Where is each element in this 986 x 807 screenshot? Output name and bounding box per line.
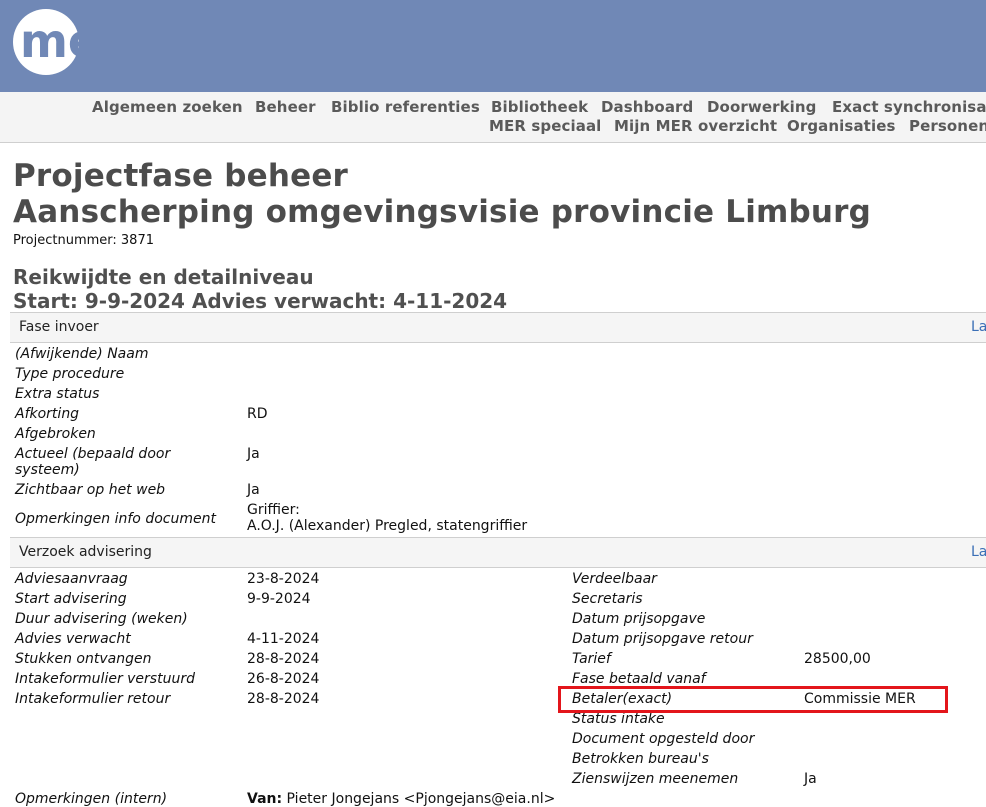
mer-logo[interactable]: mer — [13, 9, 119, 75]
main-nav: Algemeen zoeken Beheer Biblio referentie… — [0, 92, 986, 143]
field-value: 26-8-2024 — [247, 671, 320, 687]
section-action-link[interactable]: La — [971, 319, 986, 335]
field-value: RD — [247, 406, 268, 422]
nav-algemeen-zoeken[interactable]: Algemeen zoeken — [92, 98, 243, 116]
nav-doorwerking[interactable]: Doorwerking — [707, 98, 817, 116]
field-label: Extra status — [15, 386, 100, 402]
highlight-box — [558, 686, 948, 713]
project-number: Projectnummer: 3871 — [13, 233, 154, 248]
field-value: 23-8-2024 — [247, 571, 320, 587]
phase-title: Reikwijdte en detailniveau — [13, 265, 314, 289]
field-label: Opmerkingen (intern) — [15, 791, 168, 807]
field-label: Duur advisering (weken) — [15, 611, 188, 627]
field-label: Stukken ontvangen — [15, 651, 152, 667]
nav-mer-speciaal[interactable]: MER speciaal — [489, 117, 601, 135]
nav-biblio-referenties[interactable]: Biblio referenties — [331, 98, 480, 116]
phase-dates: Start: 9-9-2024 Advies verwacht: 4-11-20… — [13, 289, 508, 313]
field-label: Start advisering — [15, 591, 127, 607]
field-label: Adviesaanvraag — [15, 571, 128, 587]
field-label: Betrokken bureau's — [572, 751, 709, 767]
field-label: Intakeformulier retour — [15, 691, 171, 707]
nav-beheer[interactable]: Beheer — [255, 98, 316, 116]
nav-personen[interactable]: Personen — [909, 117, 986, 135]
section-title: Fase invoer — [19, 319, 99, 335]
field-value: A.O.J. (Alexander) Pregled, statengriffi… — [247, 518, 528, 534]
field-value: 28-8-2024 — [247, 651, 320, 667]
nav-mijn-mer-overzicht[interactable]: Mijn MER overzicht — [614, 117, 777, 135]
nav-bibliotheek[interactable]: Bibliotheek — [491, 98, 588, 116]
field-label: Tarief — [572, 651, 611, 667]
field-label: Secretaris — [572, 591, 643, 607]
section-title: Verzoek advisering — [19, 544, 152, 560]
field-label: Intakeformulier verstuurd — [15, 671, 195, 687]
project-title: Aanscherping omgevingsvisie provincie Li… — [13, 194, 872, 230]
field-label: Zichtbaar op het web — [15, 482, 166, 498]
field-value: Ja — [247, 482, 260, 498]
field-label: Afkorting — [15, 406, 80, 422]
field-label: (Afwijkende) Naam — [15, 346, 149, 362]
field-value: Griffier: — [247, 502, 300, 518]
field-label: Type procedure — [15, 366, 125, 382]
field-label: Document opgesteld door — [572, 731, 755, 747]
field-value: 28500,00 — [804, 651, 871, 667]
field-value: Ja — [804, 771, 817, 787]
field-value: Ja — [247, 446, 260, 462]
svg-text:mer: mer — [20, 14, 119, 68]
field-label: Status intake — [572, 711, 665, 727]
field-label: Datum prijsopgave — [572, 611, 706, 627]
nav-dashboard[interactable]: Dashboard — [601, 98, 693, 116]
field-label: Zienswijzen meenemen — [572, 771, 739, 787]
section-fase-invoer: Fase invoer La — [10, 312, 986, 343]
page-title: Projectfase beheer — [13, 158, 349, 194]
field-label: Verdeelbaar — [572, 571, 657, 587]
field-label: systeem) — [15, 462, 80, 478]
nav-exact-synchronisatie[interactable]: Exact synchronisat — [832, 98, 986, 116]
field-value: 4-11-2024 — [247, 631, 320, 647]
field-label: Opmerkingen info document — [15, 511, 216, 527]
field-label: Actueel (bepaald door — [15, 446, 171, 462]
field-label: Fase betaald vanaf — [572, 671, 706, 687]
site-header: mer — [0, 0, 986, 92]
field-value: 28-8-2024 — [247, 691, 320, 707]
nav-organisaties[interactable]: Organisaties — [787, 117, 896, 135]
field-value: 9-9-2024 — [247, 591, 311, 607]
field-value: Van: Pieter Jongejans <Pjongejans@eia.nl… — [247, 791, 555, 807]
field-label: Advies verwacht — [15, 631, 131, 647]
from-label: Van: — [247, 791, 283, 807]
field-label: Afgebroken — [15, 426, 96, 442]
field-label: Datum prijsopgave retour — [572, 631, 753, 647]
section-verzoek-advisering: Verzoek advisering La — [10, 537, 986, 568]
from-value: Pieter Jongejans <Pjongejans@eia.nl> — [286, 791, 556, 807]
section-action-link[interactable]: La — [971, 544, 986, 560]
